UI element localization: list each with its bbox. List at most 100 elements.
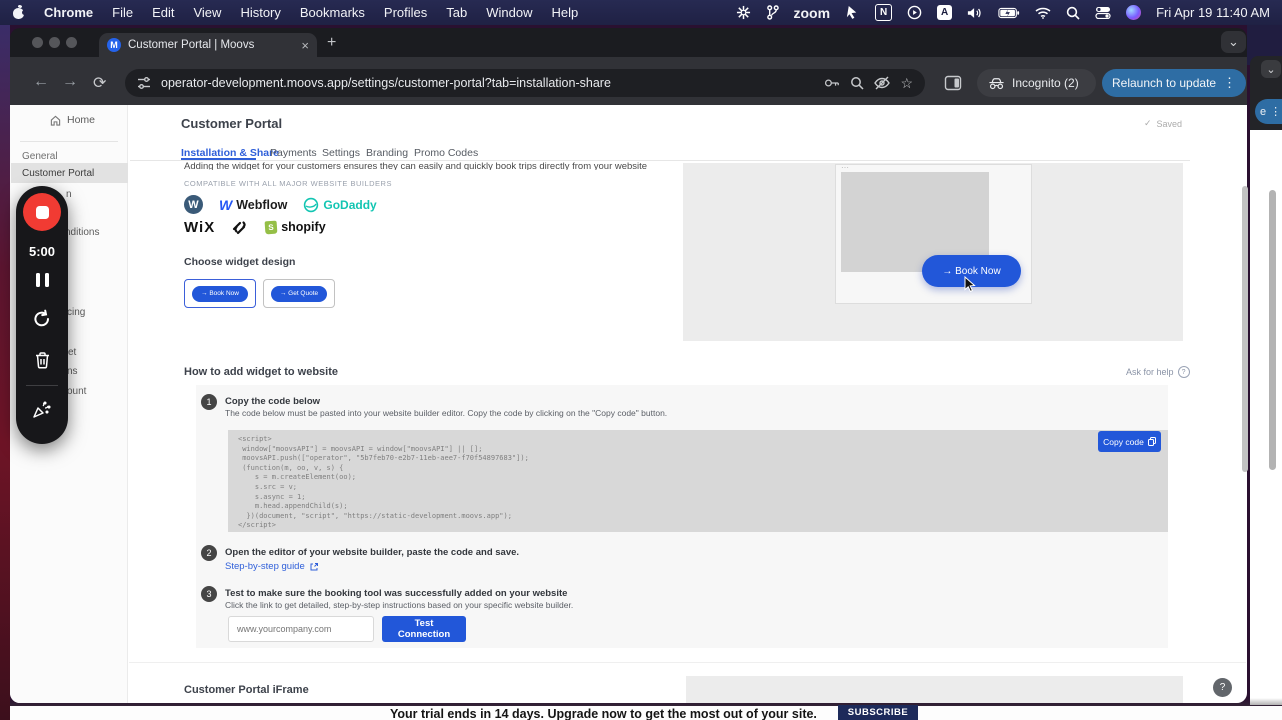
tab-promo-codes[interactable]: Promo Codes	[414, 147, 478, 159]
sidebar-item-occluded-4[interactable]: et	[68, 347, 76, 358]
wifi-icon[interactable]	[1035, 7, 1051, 19]
iframe-title: Customer Portal iFrame	[184, 684, 309, 696]
menu-file[interactable]: File	[112, 5, 133, 20]
sidebar-item-general[interactable]: General	[22, 151, 58, 162]
password-key-icon[interactable]	[824, 76, 840, 90]
relaunch-to-update-button[interactable]: Relaunch to update ⋮	[1102, 69, 1246, 97]
widget-design-option-get-quote[interactable]: → Get Quote	[263, 279, 335, 308]
a-app-icon[interactable]: A	[937, 5, 953, 20]
subscribe-button[interactable]: SUBSCRIBE	[838, 705, 918, 720]
book-now-pill: → Book Now	[192, 285, 248, 302]
background-window-tab-chevron[interactable]: ⌄	[1261, 60, 1281, 78]
kebab-icon: ⋮	[1270, 106, 1282, 118]
website-url-input[interactable]	[228, 616, 374, 642]
background-window-relaunch-partial[interactable]: e ⋮	[1255, 99, 1282, 124]
menu-help[interactable]: Help	[552, 5, 579, 20]
volume-icon[interactable]	[967, 6, 983, 20]
sidebar-item-home[interactable]: Home	[50, 114, 95, 126]
incognito-badge[interactable]: Incognito (2)	[977, 69, 1096, 97]
zoom-menu-item[interactable]: zoom	[794, 5, 831, 21]
cursor-app-icon[interactable]	[845, 5, 860, 20]
tab-search-chevron-button[interactable]: ⌄	[1221, 31, 1246, 53]
godaddy-icon	[303, 197, 319, 213]
restart-recording-button[interactable]	[32, 309, 52, 329]
notion-icon[interactable]: N	[875, 4, 893, 21]
browser-tab[interactable]: M Customer Portal | Moovs ×	[99, 33, 317, 57]
recorder-divider	[26, 385, 58, 386]
stop-recording-button[interactable]	[23, 193, 61, 231]
step-by-step-guide-link[interactable]: Step-by-step guide	[225, 561, 318, 572]
howto-title: How to add widget to website	[184, 366, 338, 378]
eye-off-icon[interactable]	[874, 76, 891, 90]
play-circle-icon[interactable]	[907, 5, 922, 20]
forward-button[interactable]: →	[62, 73, 78, 91]
menu-edit[interactable]: Edit	[152, 5, 174, 20]
sidebar-divider	[20, 141, 118, 142]
siri-icon[interactable]	[1126, 5, 1142, 20]
menu-window[interactable]: Window	[486, 5, 532, 20]
menu-profiles[interactable]: Profiles	[384, 5, 427, 20]
sidebar-item-occluded-5[interactable]: ns	[67, 366, 78, 377]
branch-icon[interactable]	[766, 5, 779, 20]
widget-design-option-book-now[interactable]: → Book Now	[184, 279, 256, 308]
zoom-search-icon[interactable]	[850, 76, 864, 90]
spotlight-search-icon[interactable]	[1066, 6, 1080, 20]
sidebar-item-customer-portal[interactable]: Customer Portal	[11, 163, 128, 183]
page-title: Customer Portal	[181, 116, 283, 131]
side-panel-icon[interactable]	[944, 74, 962, 92]
tab-settings[interactable]: Settings	[322, 147, 360, 159]
ask-for-help-link[interactable]: Ask for help ?	[1126, 366, 1190, 378]
menu-chrome[interactable]: Chrome	[44, 5, 93, 20]
new-tab-button[interactable]: +	[327, 34, 336, 52]
menu-tab[interactable]: Tab	[446, 5, 467, 20]
screen-recorder-toolbar: 5:00	[16, 186, 68, 444]
trial-banner-text: Your trial ends in 14 days. Upgrade now …	[390, 707, 817, 720]
window-zoom-button[interactable]	[66, 37, 77, 48]
reload-button[interactable]: ⟳	[93, 73, 106, 93]
wix-logo: WiX	[184, 218, 216, 236]
sidebar-home-label: Home	[67, 114, 96, 126]
delete-recording-button[interactable]	[34, 351, 51, 369]
recording-timer: 5:00	[28, 244, 56, 259]
back-button[interactable]: ←	[33, 73, 49, 91]
effects-button[interactable]	[31, 398, 53, 420]
builder-logos-row-1: W W Webflow GoDaddy	[184, 195, 377, 214]
test-connection-button[interactable]: Test Connection	[382, 616, 466, 642]
apple-menu[interactable]	[12, 4, 27, 20]
tune-icon[interactable]	[137, 76, 151, 90]
page-scrollbar-thumb[interactable]	[1242, 186, 1248, 472]
shopify-logo: S shopify	[264, 220, 326, 234]
step-3-title: Test to make sure the booking tool was s…	[225, 588, 568, 599]
tab-branding[interactable]: Branding	[366, 147, 408, 159]
sidebar-item-occluded-2[interactable]: nditions	[65, 227, 99, 238]
help-fab[interactable]: ?	[1213, 678, 1232, 697]
window-close-button[interactable]	[32, 37, 43, 48]
confetti-icon	[31, 398, 53, 420]
step-3-desc: Click the link to get detailed, step-by-…	[225, 600, 574, 610]
menu-history[interactable]: History	[240, 5, 280, 20]
window-minimize-button[interactable]	[49, 37, 60, 48]
tab-payments[interactable]: Payments	[270, 147, 317, 159]
pause-recording-button[interactable]	[35, 273, 49, 287]
squarespace-icon	[231, 218, 249, 236]
bookmark-star-icon[interactable]: ☆	[900, 75, 913, 92]
menu-clock[interactable]: Fri Apr 19 11:40 AM	[1156, 5, 1270, 20]
background-window-scrollbar[interactable]	[1269, 190, 1276, 470]
copy-code-button[interactable]: Copy code	[1098, 431, 1161, 452]
battery-icon[interactable]	[998, 7, 1020, 19]
sidebar-item-occluded-3[interactable]: cing	[67, 307, 85, 318]
step-1-title: Copy the code below	[225, 396, 321, 407]
menu-view[interactable]: View	[193, 5, 221, 20]
address-bar[interactable]: operator-development.moovs.app/settings/…	[125, 69, 925, 97]
tab-close-icon[interactable]: ×	[301, 38, 309, 53]
settings-flower-icon[interactable]	[736, 5, 751, 20]
url-text[interactable]: operator-development.moovs.app/settings/…	[161, 76, 814, 90]
kebab-icon[interactable]: ⋮	[1223, 75, 1236, 91]
background-window-page	[1250, 130, 1282, 705]
menu-bookmarks[interactable]: Bookmarks	[300, 5, 365, 20]
stop-icon	[35, 205, 49, 219]
wallpaper-left	[0, 25, 10, 720]
sidebar-item-occluded-1[interactable]: n	[66, 189, 72, 200]
screen: { "menubar": { "items": ["Chrome","File"…	[0, 0, 1282, 720]
user-switch-icon[interactable]	[1095, 6, 1111, 19]
